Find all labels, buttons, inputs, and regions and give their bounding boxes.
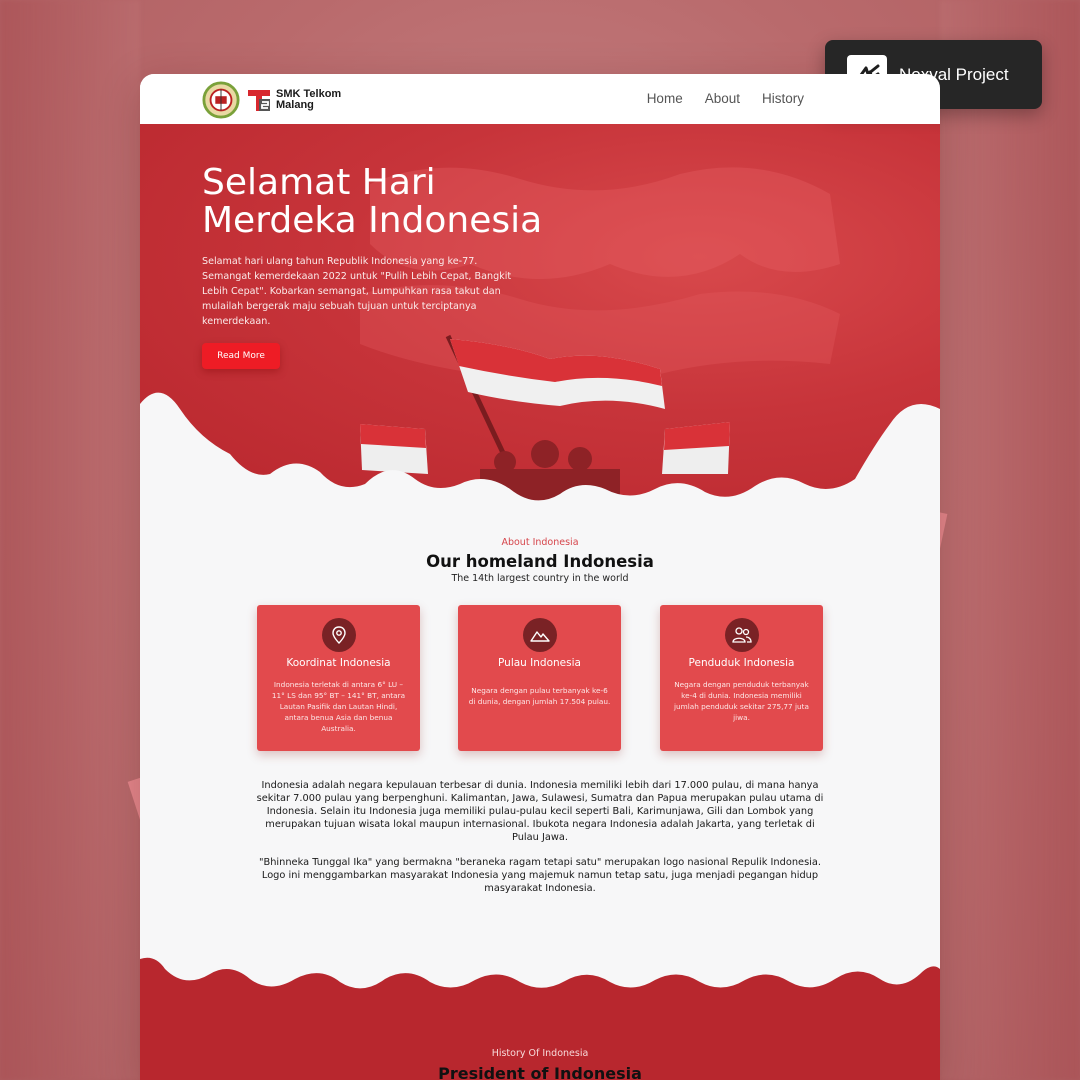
hero-title-line-2: Merdeka Indonesia [202,200,543,241]
about-eyebrow: About Indonesia [501,537,579,548]
card-penduduk: Penduduk Indonesia Negara dengan pendudu… [660,605,823,751]
cloud-divider-bottom [140,957,940,1080]
hero-title-line-1: Selamat Hari [202,162,436,203]
backdrop-glow-right [940,0,1080,1080]
card-title: Pulau Indonesia [498,657,581,669]
card-title: Penduduk Indonesia [688,657,795,669]
nav-link-home[interactable]: Home [647,91,683,106]
location-pin-icon [322,618,356,652]
navbar: SMK Telkom Malang Home About History [140,74,940,124]
about-paragraph-2: "Bhinneka Tunggal Ika" yang bermakna "be… [258,857,822,894]
hero-description: Selamat hari ulang tahun Republik Indone… [202,256,512,327]
website-page: SMK Telkom Malang Home About History Sel… [140,74,940,1080]
card-text: Negara dengan penduduk terbanyak ke-4 di… [673,680,810,722]
read-more-button[interactable]: Read More [202,343,280,369]
nav-link-history[interactable]: History [762,91,804,106]
people-icon [725,618,759,652]
history-title: President of Indonesia [438,1064,642,1080]
nav-links: Home About History [647,91,804,106]
mountain-icon [523,618,557,652]
card-koordinat: Koordinat Indonesia Indonesia terletak d… [257,605,420,751]
card-pulau: Pulau Indonesia Negara dengan pulau terb… [458,605,621,751]
about-title: Our homeland Indonesia [426,552,654,571]
brand-name: SMK Telkom Malang [276,89,341,111]
hero-title: Selamat Hari Merdeka Indonesia [202,164,662,240]
card-title: Koordinat Indonesia [286,657,391,669]
brand-logo[interactable]: SMK Telkom Malang [202,81,341,119]
card-text: Indonesia terletak di antara 6° LU – 11°… [271,680,406,733]
about-paragraph-1: Indonesia adalah negara kepulauan terbes… [256,780,824,843]
brand-line-2: Malang [276,99,314,111]
about-subtitle: The 14th largest country in the world [451,573,629,584]
card-text: Negara dengan pulau terbanyak ke-6 di du… [468,686,611,706]
cloud-divider-top [140,392,940,514]
history-eyebrow: History Of Indonesia [491,1048,589,1059]
nav-link-about[interactable]: About [705,91,740,106]
school-emblem-icon [202,81,240,119]
backdrop-glow-left [0,0,140,1080]
ts-logo-icon [248,90,270,111]
